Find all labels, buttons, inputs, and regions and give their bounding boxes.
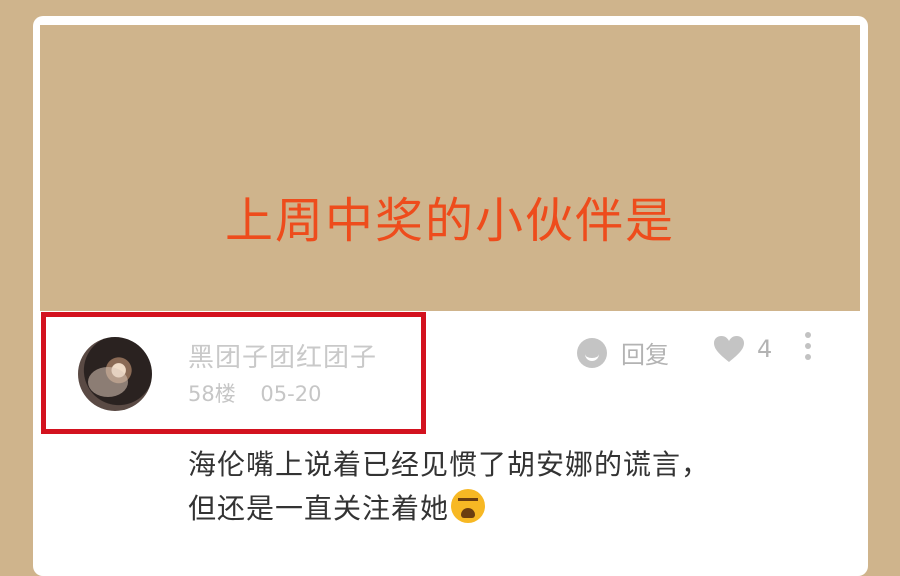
comment-text-line1: 海伦嘴上说着已经见惯了胡安娜的谎言， [188,448,711,481]
comment-text-line2: 但还是一直关注着她 [188,492,450,525]
like-count: 4 [757,335,773,363]
banner: 上周中奖的小伙伴是 [40,25,860,311]
crying-face-icon [451,489,486,523]
reply-label: 回复 [621,341,669,369]
banner-title: 上周中奖的小伙伴是 [224,193,675,249]
like-button[interactable]: 4 [713,335,772,363]
comment-text: 海伦嘴上说着已经见惯了胡安娜的谎言， 但还是一直关注着她 [188,443,808,531]
reply-icon [577,337,607,368]
heart-icon [713,335,745,363]
comment-text-line2-wrap: 但还是一直关注着她 [188,487,808,531]
reply-button[interactable]: 回复 [577,335,669,370]
highlight-box [41,312,426,434]
more-options-icon[interactable] [801,332,815,366]
